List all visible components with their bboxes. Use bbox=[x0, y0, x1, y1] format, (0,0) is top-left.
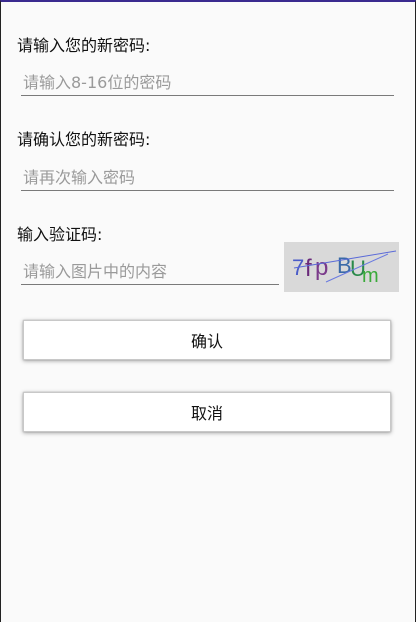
svg-text:p: p bbox=[315, 254, 328, 281]
new-password-input[interactable]: 请输入8-16位的密码 bbox=[21, 66, 394, 96]
svg-text:m: m bbox=[362, 265, 379, 287]
confirm-button[interactable]: 确认 bbox=[23, 320, 391, 360]
cancel-button[interactable]: 取消 bbox=[23, 392, 391, 432]
captcha-label: 输入验证码: bbox=[17, 225, 103, 244]
confirm-password-label: 请确认您的新密码: bbox=[17, 130, 151, 149]
captcha-image[interactable]: 7 f p B U m bbox=[284, 242, 399, 292]
captcha-input[interactable]: 请输入图片中的内容 bbox=[21, 255, 279, 285]
change-password-screen: 请输入您的新密码: 请输入8-16位的密码 请确认您的新密码: 请再次输入密码 … bbox=[0, 0, 416, 622]
svg-text:f: f bbox=[305, 255, 312, 282]
new-password-label: 请输入您的新密码: bbox=[17, 36, 151, 55]
confirm-password-input[interactable]: 请再次输入密码 bbox=[21, 161, 394, 191]
